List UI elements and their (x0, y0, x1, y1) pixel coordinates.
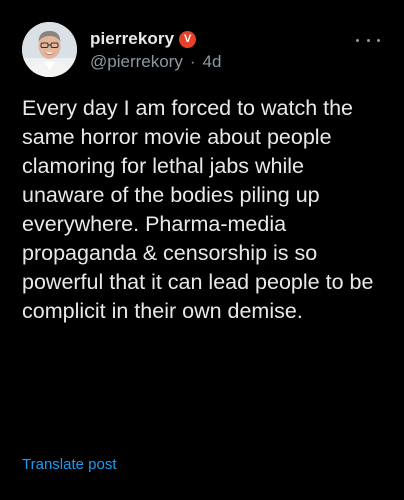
display-name[interactable]: pierrekory (90, 29, 174, 49)
time-separator: · (189, 52, 196, 71)
translate-post-link[interactable]: Translate post (22, 456, 117, 473)
avatar-image (22, 22, 77, 77)
handle-row: @pierrekory · 4d (90, 51, 221, 73)
avatar[interactable] (22, 22, 77, 77)
post-header: pierrekory V @pierrekory · 4d (22, 22, 390, 78)
name-row: pierrekory V (90, 28, 197, 50)
user-handle[interactable]: @pierrekory (90, 52, 183, 72)
verified-badge-icon: V (179, 30, 197, 48)
more-horizontal-icon[interactable] (356, 34, 380, 46)
post-timestamp[interactable]: 4d (203, 52, 222, 72)
post-text: Every day I am forced to watch the same … (22, 96, 374, 323)
post-card[interactable]: pierrekory V @pierrekory · 4d Every day … (0, 0, 404, 500)
